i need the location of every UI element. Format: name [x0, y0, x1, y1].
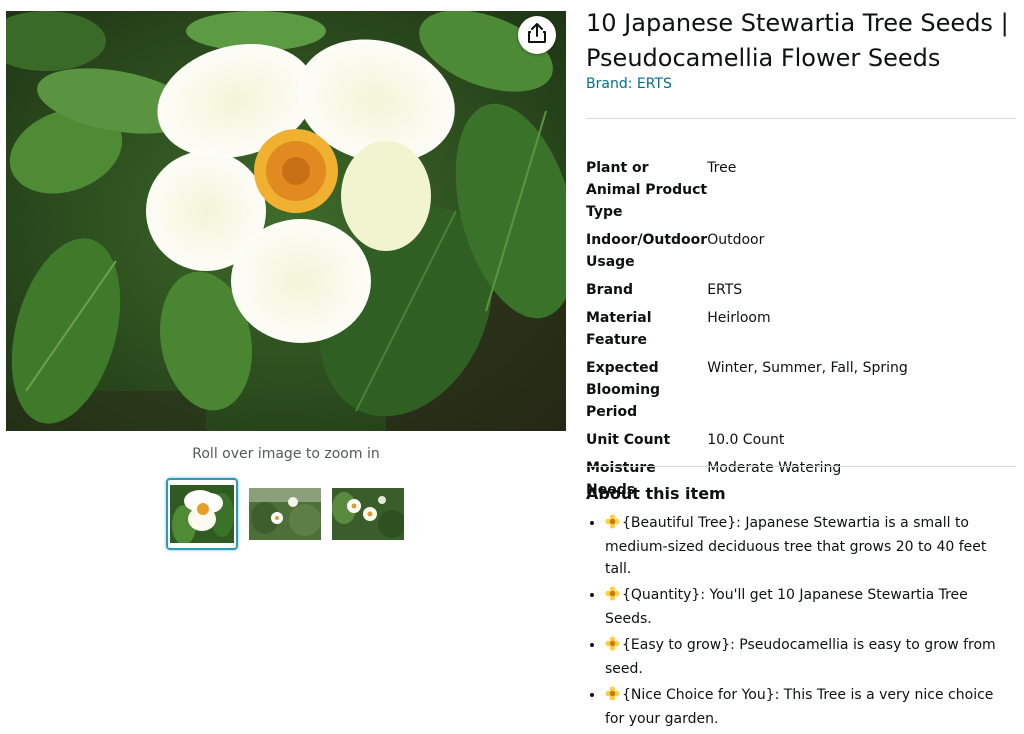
about-item-text: {Nice Choice for You}: This Tree is a ve…	[605, 687, 994, 727]
spec-value: Tree	[707, 160, 737, 176]
spec-row: Unit Count 10.0 Count	[586, 429, 1016, 457]
thumbnail-2[interactable]	[249, 478, 321, 550]
thumbnail-2-image	[249, 488, 321, 540]
main-product-image[interactable]	[6, 11, 566, 431]
spec-row: Brand ERTS	[586, 279, 1016, 307]
about-item-text: {Easy to grow}: Pseudocamellia is easy t…	[605, 637, 996, 677]
product-specs-table: Plant or Animal Product Type Tree Indoor…	[586, 157, 1016, 507]
spec-row: Indoor/Outdoor Usage Outdoor	[586, 229, 1016, 279]
thumbnail-1[interactable]	[166, 478, 238, 550]
thumbnail-1-image	[170, 485, 234, 543]
spec-row: Expected Blooming Period Winter, Summer,…	[586, 357, 1016, 429]
product-title: 10 Japanese Stewartia Tree Seeds | Pseud…	[586, 9, 1009, 72]
spec-key: Material Feature	[586, 310, 652, 348]
spec-value: Moderate Watering	[707, 460, 842, 476]
thumbnail-3-image	[332, 488, 404, 540]
share-icon	[527, 22, 547, 48]
thumbnail-3[interactable]	[332, 478, 404, 550]
divider-bottom	[586, 466, 1016, 467]
about-item-text: {Beautiful Tree}: Japanese Stewartia is …	[605, 515, 987, 577]
sunflower-icon	[605, 586, 620, 608]
about-item-text: {Quantity}: You'll get 10 Japanese Stewa…	[605, 587, 968, 627]
stewartia-flower-photo	[6, 11, 566, 431]
about-item: {Quantity}: You'll get 10 Japanese Stewa…	[605, 584, 1016, 630]
about-item: {Beautiful Tree}: Japanese Stewartia is …	[605, 512, 1016, 580]
spec-value: ERTS	[707, 282, 743, 298]
spec-key: Expected Blooming Period	[586, 360, 661, 420]
spec-key: Brand	[586, 282, 634, 298]
spec-value: Heirloom	[707, 310, 771, 326]
sunflower-icon	[605, 636, 620, 658]
about-item: {Easy to grow}: Pseudocamellia is easy t…	[605, 634, 1016, 680]
spec-value: Winter, Summer, Fall, Spring	[707, 360, 908, 376]
about-item: {Nice Choice for You}: This Tree is a ve…	[605, 684, 1016, 730]
share-button[interactable]	[518, 16, 556, 54]
sunflower-icon	[605, 686, 620, 708]
spec-key: Unit Count	[586, 432, 671, 448]
about-list: {Beautiful Tree}: Japanese Stewartia is …	[586, 512, 1016, 734]
spec-row: Material Feature Heirloom	[586, 307, 1016, 357]
zoom-hint: Roll over image to zoom in	[192, 446, 380, 462]
spec-value: 10.0 Count	[707, 432, 785, 448]
about-heading: About this item	[586, 484, 726, 503]
sunflower-icon	[605, 514, 620, 536]
spec-row: Plant or Animal Product Type Tree	[586, 157, 1016, 229]
spec-value: Outdoor	[707, 232, 765, 248]
spec-key: Plant or Animal Product Type	[586, 160, 708, 220]
brand-link[interactable]: Brand: ERTS	[586, 76, 672, 92]
divider-top	[586, 118, 1016, 119]
spec-key: Indoor/Outdoor Usage	[586, 232, 708, 270]
